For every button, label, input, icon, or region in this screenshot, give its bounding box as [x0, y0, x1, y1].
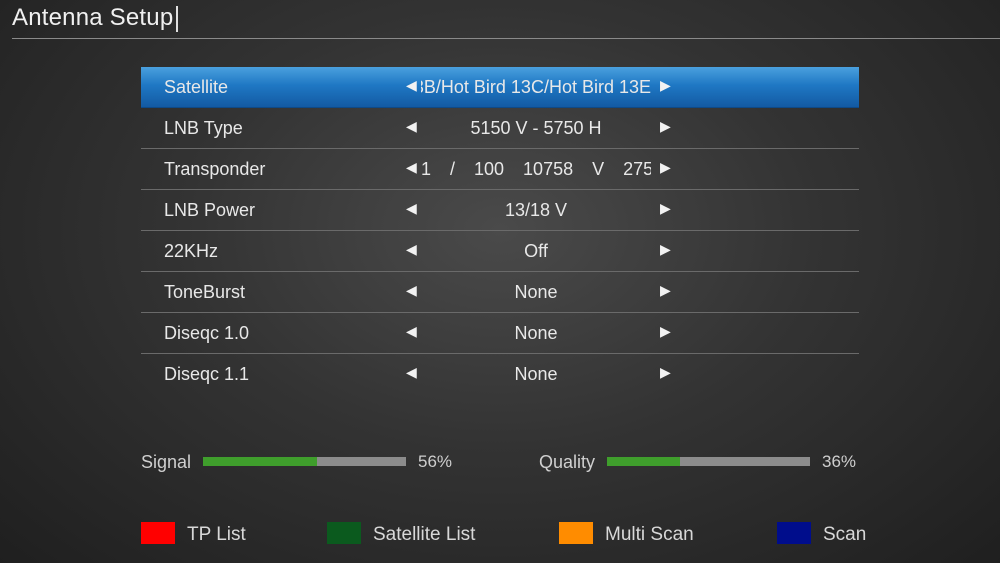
yellow-key-swatch[interactable]	[559, 522, 593, 544]
menu-row-label: LNB Type	[164, 118, 243, 138]
menu-row-label: Diseqc 1.0	[164, 323, 250, 343]
arrow-left-icon[interactable]: ◀	[406, 364, 417, 381]
menu-row-transponder[interactable]: Transponder ◀ 1 / 100 10758 V 27500 ▶	[141, 149, 859, 190]
menu-row-satellite[interactable]: Satellite ◀ Hot Bird 13B/Hot Bird 13C/Ho…	[141, 67, 859, 108]
blue-key-swatch[interactable]	[777, 522, 811, 544]
quality-label: Quality	[539, 452, 596, 472]
arrow-left-icon[interactable]: ◀	[406, 159, 417, 176]
menu-row-diseqc-1-0[interactable]: Diseqc 1.0 ◀ None ▶	[141, 313, 859, 354]
menu-row-value: 13/18 V	[504, 200, 568, 220]
menu-row-diseqc-1-1[interactable]: Diseqc 1.1 ◀ None ▶	[141, 354, 859, 394]
arrow-right-icon[interactable]: ▶	[660, 282, 671, 299]
arrow-left-icon[interactable]: ◀	[406, 241, 417, 258]
arrow-right-icon[interactable]: ▶	[660, 77, 671, 94]
green-key-swatch[interactable]	[327, 522, 361, 544]
menu-row-lnb-type[interactable]: LNB Type ◀ 5150 V - 5750 H ▶	[141, 108, 859, 149]
menu-row-label: Diseqc 1.1	[164, 364, 250, 384]
quality-value: 36%	[822, 452, 857, 471]
signal-bar-fill	[203, 457, 317, 466]
arrow-right-icon[interactable]: ▶	[660, 200, 671, 217]
arrow-right-icon[interactable]: ▶	[660, 118, 671, 135]
menu-row-value: 5150 V - 5750 H	[470, 118, 602, 138]
menu-row-toneburst[interactable]: ToneBurst ◀ None ▶	[141, 272, 859, 313]
menu-row-label: LNB Power	[164, 200, 256, 220]
menu-row-lnb-power[interactable]: LNB Power ◀ 13/18 V ▶	[141, 190, 859, 231]
arrow-left-icon[interactable]: ◀	[406, 282, 417, 299]
scan-label[interactable]: Scan	[823, 524, 866, 546]
menu-row-value: None	[514, 364, 558, 384]
header-bar: Antenna Setup	[12, 2, 1000, 39]
menu-row-value: None	[514, 282, 558, 302]
arrow-right-icon[interactable]: ▶	[660, 159, 671, 176]
menu-row-label: ToneBurst	[164, 282, 246, 302]
menu-row-label: 22KHz	[164, 241, 219, 261]
arrow-left-icon[interactable]: ◀	[406, 118, 417, 135]
signal-value: 56%	[418, 452, 453, 471]
text-cursor	[176, 6, 178, 32]
signal-bar	[203, 457, 406, 466]
signal-label: Signal	[141, 452, 192, 472]
antenna-settings-menu: Satellite ◀ Hot Bird 13B/Hot Bird 13C/Ho…	[141, 67, 859, 394]
arrow-right-icon[interactable]: ▶	[660, 241, 671, 258]
arrow-left-icon[interactable]: ◀	[406, 323, 417, 340]
quality-bar-fill	[607, 457, 681, 466]
satellite-list-label[interactable]: Satellite List	[373, 524, 475, 546]
tp-list-label[interactable]: TP List	[187, 524, 246, 546]
arrow-left-icon[interactable]: ◀	[406, 77, 417, 94]
quality-bar	[607, 457, 810, 466]
multi-scan-label[interactable]: Multi Scan	[605, 524, 694, 546]
menu-row-value: 1 / 100 10758 V 27500	[421, 159, 651, 179]
menu-row-label: Satellite	[164, 77, 229, 97]
menu-row-value: Hot Bird 13B/Hot Bird 13C/Hot Bird 13E	[421, 77, 651, 97]
page-title: Antenna Setup	[12, 4, 174, 31]
menu-row-value: Off	[524, 241, 548, 261]
menu-row-22khz[interactable]: 22KHz ◀ Off ▶	[141, 231, 859, 272]
arrow-right-icon[interactable]: ▶	[660, 364, 671, 381]
menu-row-label: Transponder	[164, 159, 266, 179]
menu-row-value: None	[514, 323, 558, 343]
arrow-right-icon[interactable]: ▶	[660, 323, 671, 340]
arrow-left-icon[interactable]: ◀	[406, 200, 417, 217]
red-key-swatch[interactable]	[141, 522, 175, 544]
